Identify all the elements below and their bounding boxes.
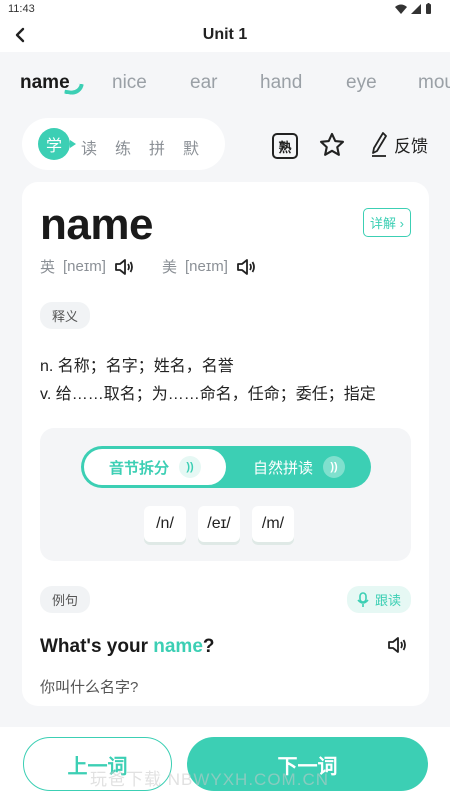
- phonics-toggle: 音节拆分 )) 自然拼读 )): [81, 446, 371, 488]
- speaker-icon: [236, 258, 255, 275]
- sound-wave-icon: )): [323, 456, 345, 478]
- nav-bar: Unit 1: [0, 18, 450, 52]
- syllable-chip[interactable]: /n/: [144, 506, 186, 542]
- status-icons: [395, 3, 432, 14]
- status-bar: 11:43: [0, 0, 450, 18]
- syllable-chip[interactable]: /eɪ/: [198, 506, 240, 542]
- microphone-icon: [357, 591, 369, 607]
- uk-pronunciation[interactable]: 英 [neɪm]: [40, 256, 134, 277]
- mode-selector: 学 读 练 拼 默: [22, 118, 225, 170]
- follow-read-button[interactable]: 跟读: [346, 586, 411, 613]
- pencil-icon: [372, 132, 387, 157]
- natural-phonics-label: 自然拼读: [252, 459, 313, 477]
- tab-word-name[interactable]: name: [20, 72, 70, 94]
- familiar-button[interactable]: 熟: [272, 133, 298, 159]
- sound-wave-icon: )): [179, 456, 201, 478]
- mode-learn[interactable]: 学: [38, 128, 70, 160]
- speaker-icon: [388, 637, 406, 653]
- example-text: ?: [202, 636, 215, 657]
- mode-dictate[interactable]: 默: [183, 135, 199, 159]
- mode-read[interactable]: 读: [81, 135, 97, 159]
- syllable-chip[interactable]: /m/: [252, 506, 294, 542]
- example-speaker-button[interactable]: [387, 636, 407, 659]
- prev-word-button[interactable]: 上一词: [23, 737, 172, 791]
- battery-icon: [426, 3, 431, 14]
- syllable-split-label: 音节拆分: [108, 459, 169, 477]
- word-card: name 详解 › 英 [neɪm] 美 [neɪm] 释义 n. 名称；名字；…: [22, 182, 429, 706]
- tab-word-eye[interactable]: eye: [346, 72, 377, 94]
- signal-icon: [411, 3, 421, 14]
- phonics-panel: 音节拆分 )) 自然拼读 )) /n/ /eɪ/ /m/: [40, 428, 411, 561]
- uk-label: 英: [40, 259, 56, 276]
- star-outline-icon: [319, 132, 345, 156]
- mode-practice[interactable]: 练: [115, 135, 131, 159]
- tab-word-nice[interactable]: nice: [112, 72, 147, 94]
- syllable-split-tab[interactable]: 音节拆分 )): [83, 448, 227, 486]
- example-translation: 你叫什么名字?: [40, 679, 139, 696]
- us-label: 美: [162, 259, 178, 276]
- chevron-right-icon: ›: [399, 216, 404, 231]
- example-sentence: What's your name?: [40, 636, 215, 658]
- feedback-label: 反馈: [394, 136, 428, 156]
- follow-read-label: 跟读: [374, 593, 401, 608]
- detail-label: 详解: [370, 216, 397, 231]
- example-text: What's your: [40, 636, 154, 657]
- mode-active-arrow: [70, 140, 76, 148]
- natural-phonics-tab[interactable]: 自然拼读 )): [229, 448, 369, 486]
- speaker-icon: [114, 258, 133, 275]
- definition-line: n. 名称；名字；姓名，名誉: [40, 358, 234, 375]
- tab-word-ear[interactable]: ear: [190, 72, 217, 94]
- detail-button[interactable]: 详解 ›: [363, 208, 411, 237]
- favorite-button[interactable]: [318, 131, 346, 159]
- page-title: Unit 1: [202, 26, 248, 43]
- us-phonetic: [neɪm]: [185, 258, 228, 275]
- us-pronunciation[interactable]: 美 [neɪm]: [162, 256, 256, 277]
- uk-phonetic: [neɪm]: [63, 258, 106, 275]
- tab-word-mou[interactable]: mou: [418, 72, 450, 94]
- word-tabs: name nice ear hand eye mou: [0, 60, 450, 104]
- feedback-button[interactable]: 反馈: [370, 131, 428, 157]
- word-title: name: [40, 200, 153, 249]
- wifi-icon: [395, 4, 407, 14]
- definition-line: v. 给……取名；为……命名，任命；委任；指定: [40, 386, 376, 403]
- example-tag: 例句: [40, 586, 91, 613]
- bottom-bar: 上一词 下一词: [0, 727, 450, 800]
- status-time: 11:43: [8, 3, 35, 15]
- definition-tag: 释义: [40, 302, 91, 329]
- example-highlight: name: [153, 636, 203, 657]
- next-word-button[interactable]: 下一词: [187, 737, 428, 791]
- active-tab-indicator: [64, 81, 84, 97]
- tab-word-hand[interactable]: hand: [260, 72, 302, 94]
- mode-spell[interactable]: 拼: [149, 135, 165, 159]
